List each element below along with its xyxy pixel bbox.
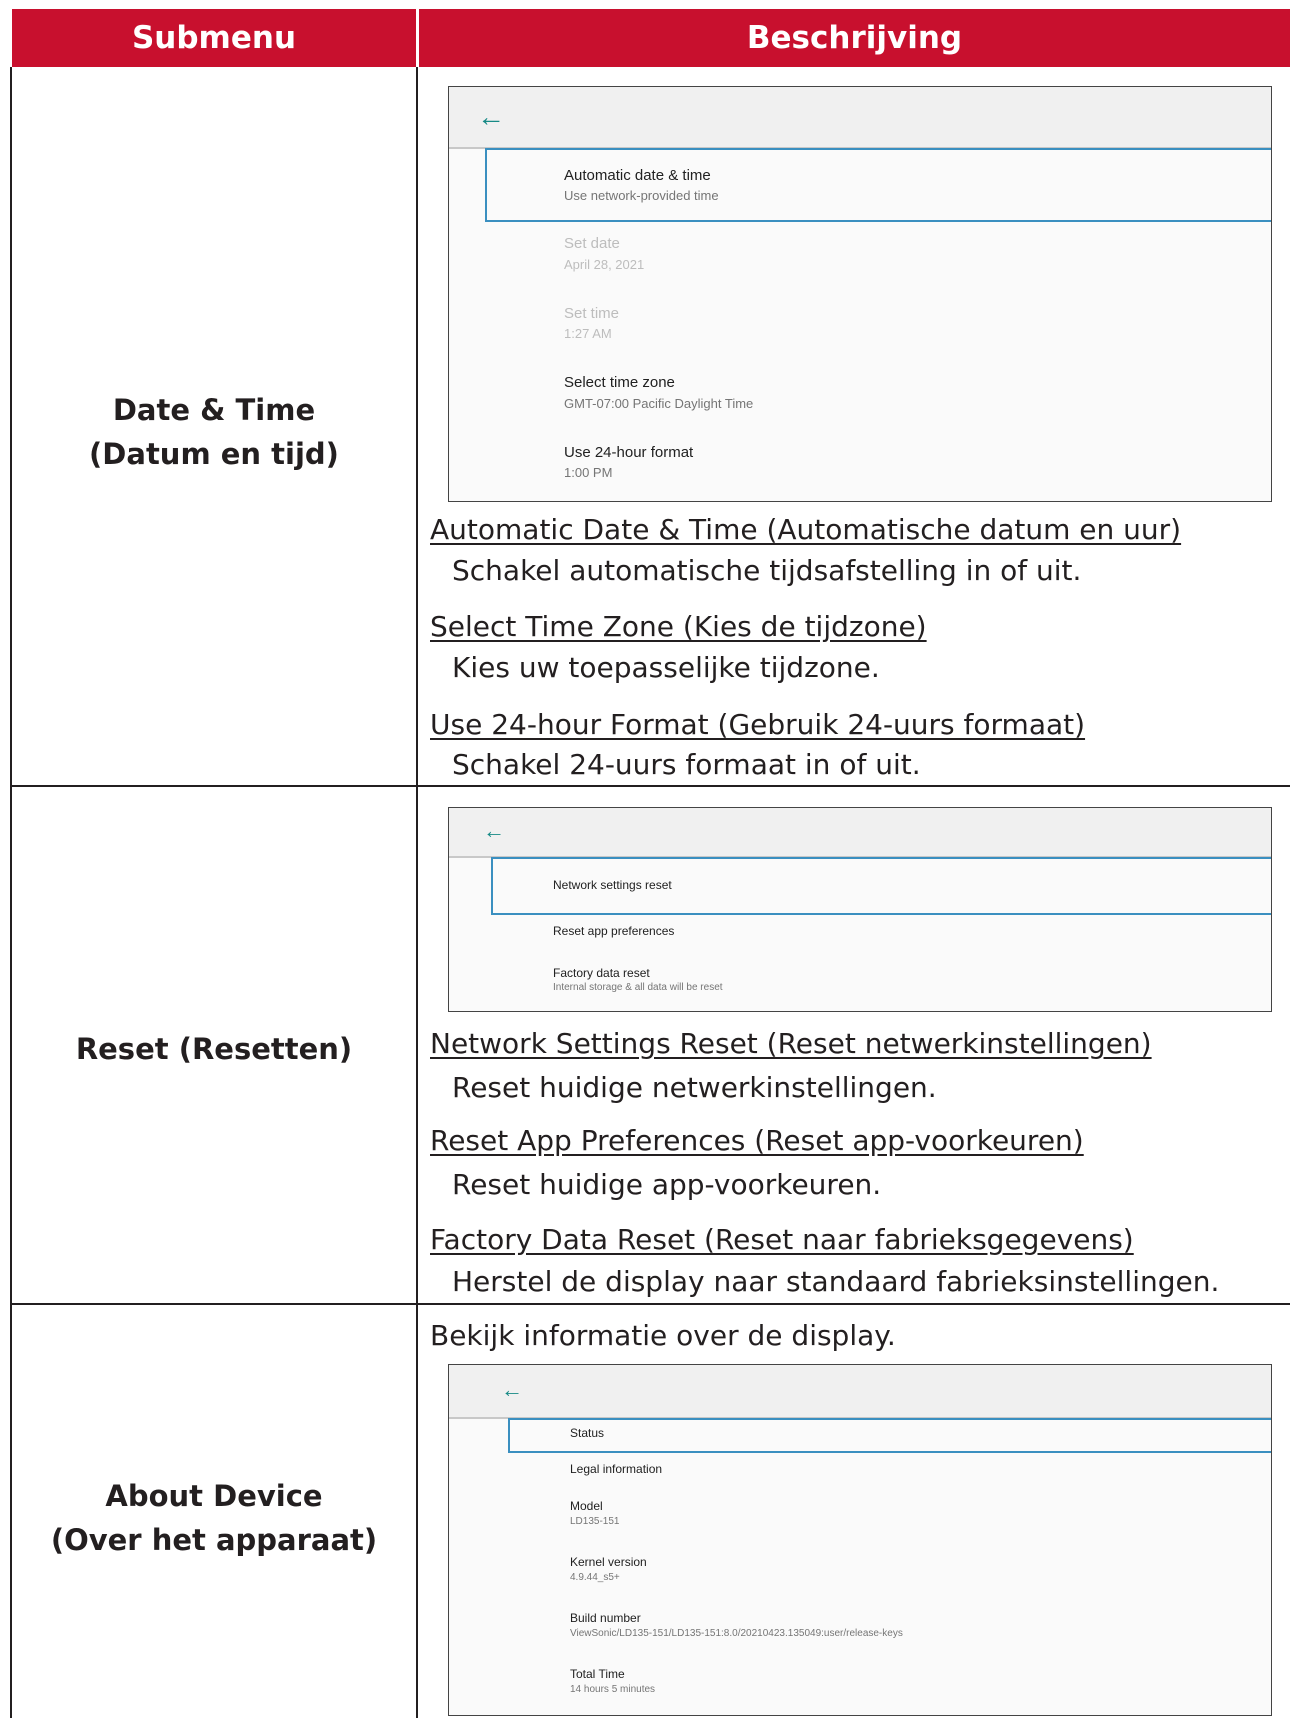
setting-title: Build number: [570, 1611, 641, 1625]
setting-subtitle: 4.9.44_s5+: [570, 1572, 620, 1583]
screenshot-toolbar: [449, 1365, 1271, 1419]
setting-subtitle: 1:27 AM: [564, 326, 612, 341]
settings-table: Submenu Beschrijving Date & Time (Datum …: [0, 0, 1290, 1718]
setting-title: Set time: [564, 305, 620, 322]
setting-title[interactable]: Legal information: [570, 1462, 662, 1476]
setting-title[interactable]: Factory data reset: [553, 966, 650, 980]
header-description: Beschrijving: [419, 9, 1290, 67]
screenshot-about-device: ← Status Legal information Model LD135-1…: [448, 1364, 1272, 1716]
screenshot-reset: ← Network settings reset Reset app prefe…: [448, 807, 1272, 1012]
screenshot-toolbar: [449, 808, 1271, 858]
setting-title[interactable]: Network settings reset: [553, 878, 672, 892]
focus-highlight: [485, 148, 1271, 222]
entry-description: Kies uw toepasselijke tijdzone.: [452, 651, 880, 684]
setting-title: Total Time: [570, 1667, 625, 1681]
setting-title: Set date: [564, 235, 620, 252]
setting-subtitle: 1:00 PM: [564, 465, 613, 480]
setting-title[interactable]: Use 24-hour format: [564, 444, 693, 461]
entry-title: Factory Data Reset (Reset naar fabrieksg…: [430, 1223, 1134, 1256]
row-divider-1: [10, 785, 1290, 787]
setting-title: Model: [570, 1499, 603, 1513]
row-label-reset: Reset (Resetten): [75, 1032, 353, 1066]
setting-subtitle: LD135-151: [570, 1516, 620, 1527]
back-arrow-icon[interactable]: ←: [483, 818, 505, 844]
back-arrow-icon[interactable]: ←: [477, 101, 505, 133]
header-submenu: Submenu: [12, 9, 416, 67]
setting-title: Kernel version: [570, 1555, 647, 1569]
entry-title: Automatic Date & Time (Automatische datu…: [430, 513, 1182, 546]
setting-subtitle: Use network-provided time: [564, 188, 719, 203]
entry-title: Select Time Zone (Kies de tijdzone): [430, 610, 927, 643]
table-column-divider: [416, 67, 418, 1718]
entry-description: Herstel de display naar standaard fabrie…: [452, 1265, 1220, 1298]
row-label-date-time: Date & Time (Datum en tijd): [89, 393, 339, 471]
entry-title: Network Settings Reset (Reset netwerkins…: [430, 1027, 1152, 1060]
setting-subtitle: April 28, 2021: [564, 257, 645, 272]
entry-title: Use 24-hour Format (Gebruik 24-uurs form…: [430, 708, 1086, 741]
entry-description: Schakel automatische tijdsafstelling in …: [452, 554, 1082, 587]
table-border-left: [10, 67, 12, 1718]
setting-subtitle: 14 hours 5 minutes: [570, 1684, 656, 1695]
entry-description: Reset huidige app-voorkeuren.: [452, 1168, 882, 1201]
entry-title: Reset App Preferences (Reset app-voorkeu…: [430, 1124, 1084, 1157]
setting-subtitle: ViewSonic/LD135-151/LD135-151:8.0/202104…: [570, 1628, 903, 1639]
entry-description: Schakel 24-uurs formaat in of uit.: [452, 748, 921, 781]
setting-title[interactable]: Select time zone: [564, 374, 675, 391]
screenshot-date-time: ← Automatic date & time Use network-prov…: [448, 86, 1272, 502]
about-intro-text: Bekijk informatie over de display.: [430, 1319, 896, 1352]
setting-title[interactable]: Reset app preferences: [553, 924, 674, 938]
entry-description: Reset huidige netwerkinstellingen.: [452, 1071, 937, 1104]
back-arrow-icon[interactable]: ←: [501, 1377, 523, 1403]
row-label-about-device: About Device (Over het apparaat): [50, 1479, 378, 1557]
screenshot-toolbar: [449, 87, 1271, 149]
focus-highlight: [508, 1418, 1271, 1453]
setting-title[interactable]: Status: [570, 1426, 604, 1440]
row-divider-2: [10, 1303, 1290, 1305]
setting-title[interactable]: Automatic date & time: [564, 167, 711, 184]
setting-subtitle: Internal storage & all data will be rese…: [553, 982, 723, 993]
setting-subtitle: GMT-07:00 Pacific Daylight Time: [564, 396, 754, 411]
